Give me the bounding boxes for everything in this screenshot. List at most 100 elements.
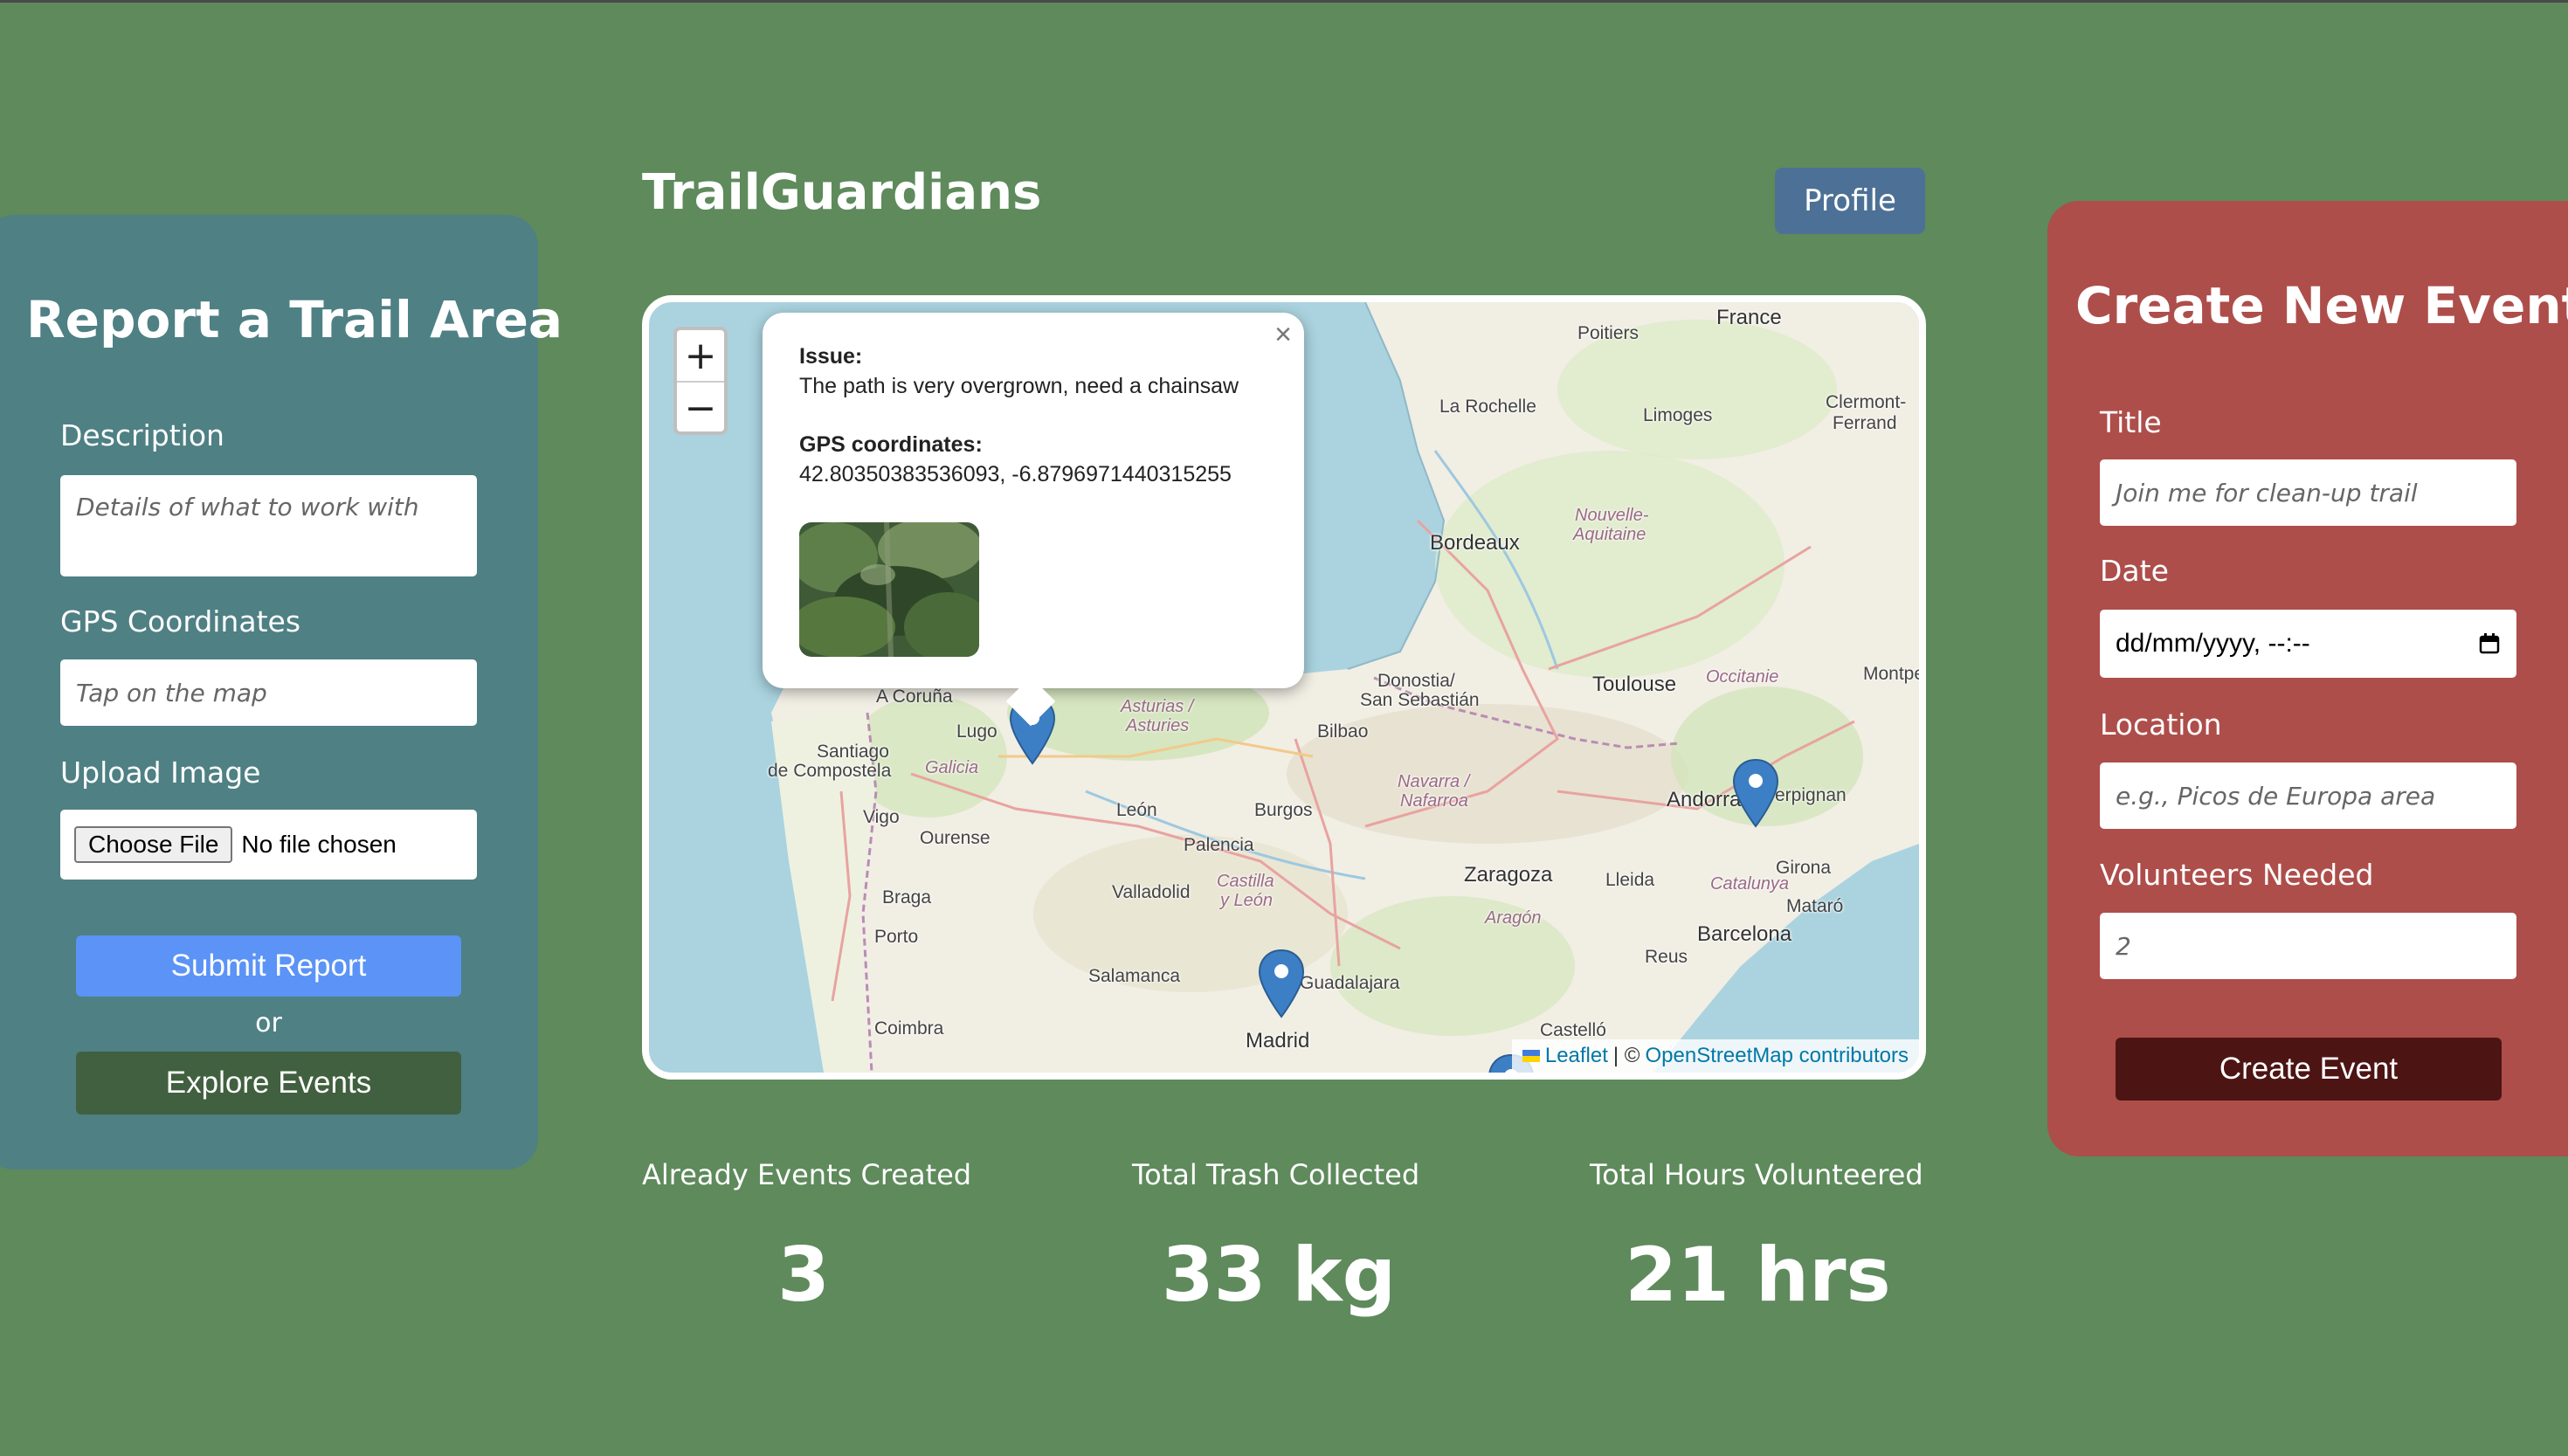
stat-events-value: 3 [777,1232,830,1319]
volunteers-label: Volunteers Needed [2100,858,2374,892]
popup-issue-text: The path is very overgrown, need a chain… [799,374,1239,398]
map-label-france: France [1716,306,1782,329]
map-label-castello: Castelló [1540,1020,1606,1040]
zoom-in-button[interactable]: + [677,330,724,383]
map-label-mataro: Mataró [1786,896,1844,916]
map-label-girona: Girona [1776,858,1832,878]
popup-trail-image [799,522,979,657]
upload-field: Choose File No file chosen [60,810,477,880]
map-label-coimbra: Coimbra [874,1018,944,1039]
map-label-porto: Porto [874,927,919,947]
map-label-andorra: Andorra [1667,788,1742,811]
create-event-button[interactable]: Create Event [2116,1038,2502,1101]
map-label-castilla: Castilla [1217,872,1274,891]
map-attribution: Leaflet | © OpenStreetMap contributors [1511,1039,1919,1073]
map-label-galicia: Galicia [925,758,979,777]
map-label-limoges: Limoges [1643,405,1713,425]
map-label-lleida: Lleida [1605,870,1655,890]
volunteers-input[interactable]: 2 [2100,913,2516,979]
event-title-input[interactable]: Join me for clean-up trail [2100,459,2516,526]
stat-trash-value: 33 kg [1161,1232,1397,1319]
map-label-vigo: Vigo [863,807,900,827]
event-location-input[interactable]: e.g., Picos de Europa area [2100,763,2516,829]
top-border [0,0,2568,3]
map-label-occitanie: Occitanie [1706,667,1779,687]
event-date-value: dd/mm/yyyy, --:-- [2116,629,2310,658]
map-label-montpellier: Montpelli [1863,664,1925,684]
submit-report-button[interactable]: Submit Report [76,935,461,997]
stat-events-label: Already Events Created [642,1158,972,1191]
report-panel: Report a Trail Area Description Details … [0,215,563,1170]
map-label-y-leon: y León [1220,891,1274,910]
gps-label: GPS Coordinates [60,604,301,638]
map-label-guadalajara: Guadalajara [1300,973,1400,993]
map-label-braga: Braga [882,887,932,907]
map-label-ferrand: Ferrand [1833,413,1897,433]
map-label-madrid: Madrid [1246,1029,1310,1052]
profile-button[interactable]: Profile [1775,168,1925,234]
map-marker-madrid[interactable] [1258,949,1305,1018]
map-label-palencia: Palencia [1184,835,1254,855]
map-label-bilbao: Bilbao [1317,721,1369,742]
map-label-a-coruna: A Coruña [876,687,953,707]
event-title-label: Title [2100,405,2162,439]
stat-hours-value: 21 hrs [1625,1232,1891,1319]
calendar-icon[interactable] [2478,632,2501,655]
map-label-poitiers: Poitiers [1577,323,1640,343]
map-popup: × Issue: The path is very overgrown, nee… [763,313,1304,727]
map-label-bordeaux: Bordeaux [1430,531,1520,555]
brand-title: TrailGuardians [642,164,1042,221]
or-text: or [255,1008,282,1039]
map-label-asturias: Asturias / [1121,697,1194,716]
popup-close-icon[interactable]: × [1274,318,1292,352]
choose-file-button[interactable]: Choose File [74,826,233,863]
map-label-reus: Reus [1645,947,1688,967]
map-label-donostia: Donostia/ [1377,671,1455,691]
map-label-san-sebastian: San Sebastián [1360,690,1480,710]
map-label-valladolid: Valladolid [1112,882,1191,902]
map-label-lugo: Lugo [956,721,998,742]
map-label-ourense: Ourense [920,828,991,848]
create-event-panel: Create New Event Title Join me for clean… [2047,201,2568,1156]
create-event-title: Create New Event [2075,276,2568,335]
map-label-zaragoza: Zaragoza [1464,863,1553,887]
description-input[interactable]: Details of what to work with [60,475,477,576]
map-marker-andorra[interactable] [1732,758,1779,828]
map-label-asturies: Asturies [1126,716,1190,735]
map-label-de-compostela: de Compostela [768,761,892,781]
ukraine-flag-icon [1522,1050,1540,1062]
popup-issue-label: Issue: [799,344,863,369]
event-date-input[interactable]: dd/mm/yyyy, --:-- [2100,610,2516,678]
report-title: Report a Trail Area [26,290,563,349]
map-label-la-rochelle: La Rochelle [1439,397,1536,417]
popup-gps-label: GPS coordinates: [799,432,983,457]
leaflet-link[interactable]: Leaflet [1545,1044,1608,1068]
map-label-toulouse: Toulouse [1592,673,1677,696]
gps-input[interactable]: Tap on the map [60,659,477,726]
event-location-label: Location [2100,707,2222,742]
stat-hours-label: Total Hours Volunteered [1590,1158,1923,1191]
description-label: Description [60,418,224,452]
map-label-nafarroa: Nafarroa [1400,791,1468,811]
map-label-santiago: Santiago [817,742,889,762]
explore-events-button[interactable]: Explore Events [76,1052,461,1114]
upload-label: Upload Image [60,756,261,790]
map-label-aragon: Aragón [1485,908,1542,928]
attribution-separator: | © [1612,1044,1640,1067]
map-label-leon: León [1116,800,1157,820]
zoom-out-button[interactable]: − [677,383,724,433]
stat-trash-label: Total Trash Collected [1132,1158,1420,1191]
map-label-nouvelle: Nouvelle- [1575,506,1649,525]
map-label-clermont: Clermont- [1826,392,1907,412]
no-file-text: No file chosen [241,831,397,858]
event-date-label: Date [2100,554,2169,588]
map-label-barcelona: Barcelona [1697,922,1792,946]
zoom-control: + − [673,327,728,435]
popup-gps-text: 42.80350383536093, -6.8796971440315255 [799,462,1232,486]
map-label-navarra: Navarra / [1398,772,1470,791]
osm-link[interactable]: OpenStreetMap contributors [1646,1044,1909,1068]
map-label-aquitaine: Aquitaine [1573,525,1646,544]
map-label-burgos: Burgos [1254,800,1313,820]
map[interactable]: France Poitiers La Rochelle Limoges Cler… [642,295,1926,1080]
map-label-salamanca: Salamanca [1088,966,1181,986]
